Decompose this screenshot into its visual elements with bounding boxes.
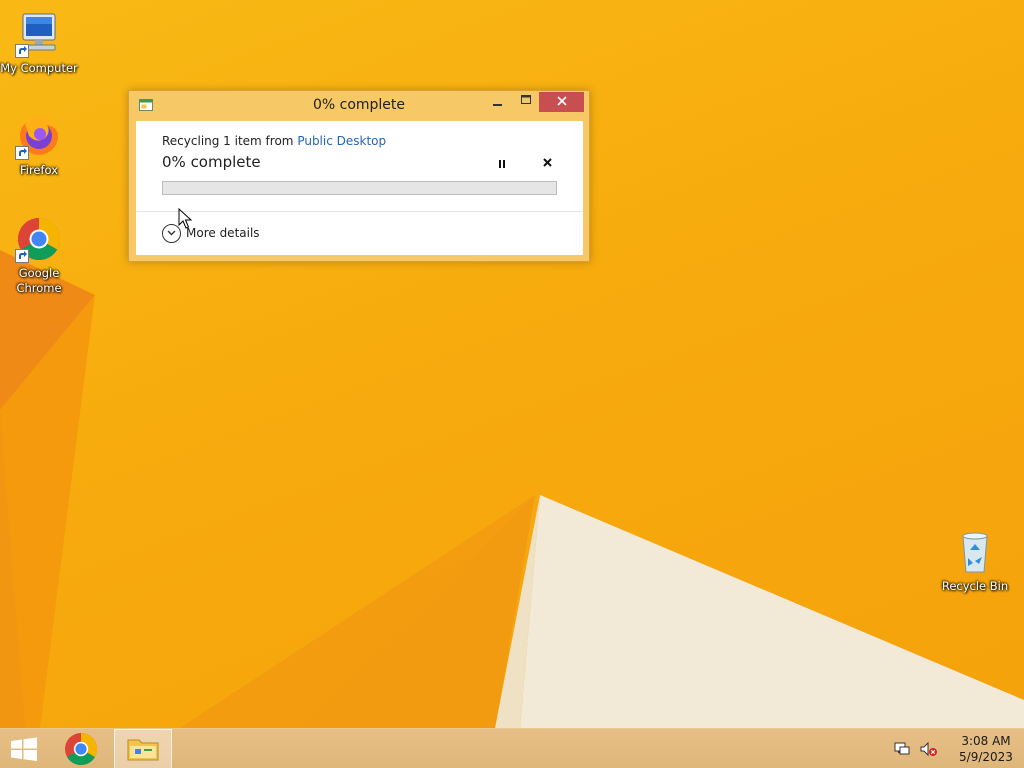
taskbar-file-explorer[interactable] (114, 729, 172, 768)
cancel-operation-button[interactable] (538, 154, 558, 172)
computer-icon (15, 10, 63, 58)
desktop-icon-firefox[interactable]: Firefox (0, 112, 78, 178)
clock-date: 5/9/2023 (959, 750, 1013, 764)
file-operation-dialog[interactable]: 0% complete Recycling 1 item from Public… (128, 90, 590, 262)
folder-icon (127, 739, 159, 761)
recycle-bin-icon (951, 528, 999, 576)
system-tray: 3:08 AM 5/9/2023 (884, 729, 1024, 768)
start-button[interactable] (0, 729, 48, 768)
minimize-icon (493, 104, 502, 106)
more-details-label: More details (186, 226, 260, 240)
location-link[interactable]: Public Desktop (297, 134, 386, 148)
chrome-icon (15, 215, 63, 263)
desktop-icon-label: My Computer (0, 61, 78, 75)
windows-logo-icon (11, 737, 37, 761)
taskbar-chrome[interactable] (58, 729, 104, 768)
mouse-cursor-icon (178, 208, 192, 229)
shortcut-arrow-icon (15, 146, 29, 160)
desktop-icon-recycle-bin[interactable]: Recycle Bin (936, 528, 1014, 594)
taskbar-clock[interactable]: 3:08 AM 5/9/2023 (948, 733, 1024, 765)
firefox-icon (15, 112, 63, 160)
progress-percent-text: 0% complete (162, 153, 261, 171)
shortcut-arrow-icon (15, 44, 29, 58)
dialog-titlebar[interactable]: 0% complete (129, 91, 589, 121)
pause-icon (499, 160, 505, 168)
taskbar: 3:08 AM 5/9/2023 (0, 728, 1024, 768)
close-icon (556, 96, 567, 106)
desktop[interactable]: My Computer Firefox Google Chrome Recycl… (0, 0, 1024, 728)
desktop-icon-google-chrome[interactable]: Google Chrome (0, 215, 78, 296)
close-icon (543, 158, 552, 167)
close-button[interactable] (539, 92, 584, 112)
chrome-icon (65, 732, 98, 766)
minimize-button[interactable] (485, 92, 511, 112)
clock-time: 3:08 AM (961, 734, 1011, 748)
divider (136, 211, 583, 212)
operation-prefix: Recycling 1 item from (162, 134, 298, 148)
shortcut-arrow-icon (15, 249, 29, 263)
pause-button[interactable] (492, 155, 512, 173)
more-details-toggle[interactable]: More details (162, 223, 260, 243)
maximize-icon (521, 95, 531, 104)
dialog-body: Recycling 1 item from Public Desktop 0% … (136, 121, 583, 255)
desktop-icon-my-computer[interactable]: My Computer (0, 10, 78, 76)
network-icon[interactable] (894, 741, 910, 757)
desktop-icon-label: Google Chrome (16, 266, 62, 295)
maximize-button[interactable] (513, 92, 539, 112)
volume-muted-icon[interactable] (920, 741, 938, 757)
progress-bar (162, 181, 557, 195)
operation-description: Recycling 1 item from Public Desktop (162, 134, 386, 148)
desktop-icon-label: Recycle Bin (941, 579, 1009, 593)
desktop-icon-label: Firefox (19, 163, 59, 177)
